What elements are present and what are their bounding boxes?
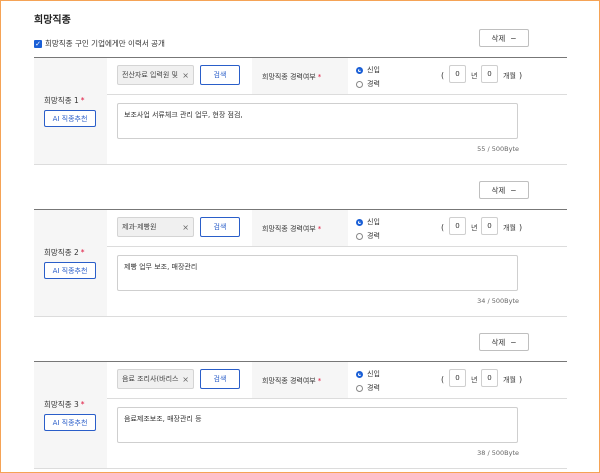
delete-button-2[interactable]: 삭제 − (479, 181, 529, 199)
radio-new-label: 신입 (367, 370, 380, 378)
months-unit: 개월 (503, 224, 516, 232)
radio-new[interactable]: 신입 (356, 369, 380, 379)
radio-experienced[interactable]: 경력 (356, 383, 380, 393)
label-column: 희망직종 1 * AI 직종추천 (34, 58, 107, 164)
paren-open: ( (441, 71, 445, 80)
delete-label: 삭제 (491, 337, 506, 347)
radio-experienced[interactable]: 경력 (356, 231, 380, 241)
required-mark: * (80, 400, 85, 409)
paren-open: ( (441, 375, 445, 384)
paren-close: ) (519, 375, 523, 384)
search-button[interactable]: 검색 (200, 217, 240, 237)
ai-recommend-button[interactable]: AI 직종추천 (44, 110, 96, 127)
byte-count: 38 / 500Byte (477, 449, 519, 457)
paren-close: ) (519, 223, 523, 232)
experience-label: 희망직종 경력여부 * (262, 377, 322, 385)
minus-icon: − (510, 337, 517, 347)
required-mark: * (80, 96, 85, 105)
radio-experienced-label: 경력 (367, 384, 380, 392)
label-column: 희망직종 3 * AI 직종추천 (34, 362, 107, 468)
public-checkbox-row[interactable]: ✓ 희망직종 구인 기업에게만 이력서 공개 (34, 38, 165, 49)
minus-icon: − (510, 33, 517, 43)
radio-new-label: 신입 (367, 66, 380, 74)
checkbox-checked-icon[interactable]: ✓ (34, 39, 42, 48)
radio-unselected-icon[interactable] (356, 384, 363, 392)
years-unit: 년 (471, 72, 478, 80)
years-input[interactable]: 0 (449, 217, 466, 235)
search-button[interactable]: 검색 (200, 65, 240, 85)
required-mark: * (317, 225, 322, 233)
experience-label-cell: 희망직종 경력여부 * (252, 362, 348, 398)
job-tag: 음료 조리사(바리스 × (117, 369, 194, 389)
job-label: 희망직종 2 * (44, 248, 85, 257)
required-mark: * (317, 73, 322, 81)
paren-close: ) (519, 71, 523, 80)
delete-label: 삭제 (491, 185, 506, 195)
ai-recommend-button[interactable]: AI 직종추천 (44, 414, 96, 431)
delete-button-3[interactable]: 삭제 − (479, 333, 529, 351)
job-tag-text: 음료 조리사(바리스 (122, 375, 179, 383)
job-tag: 제과·제빵원 × (117, 217, 194, 237)
radio-experienced-label: 경력 (367, 232, 380, 240)
years-input[interactable]: 0 (449, 65, 466, 83)
minus-icon: − (510, 185, 517, 195)
months-input[interactable]: 0 (481, 369, 498, 387)
radio-new[interactable]: 신입 (356, 217, 380, 227)
months-input[interactable]: 0 (481, 217, 498, 235)
job-label: 희망직종 3 * (44, 400, 85, 409)
job-label: 희망직종 1 * (44, 96, 85, 105)
radio-unselected-icon[interactable] (356, 80, 363, 88)
radio-new[interactable]: 신입 (356, 65, 380, 75)
required-mark: * (317, 377, 322, 385)
job-tag: 전산자료 입력원 및 × (117, 65, 194, 85)
months-unit: 개월 (503, 72, 516, 80)
years-unit: 년 (471, 376, 478, 384)
experience-label: 희망직종 경력여부 * (262, 225, 322, 233)
paren-open: ( (441, 223, 445, 232)
section-title: 희망직종 (34, 15, 71, 26)
public-checkbox-label: 희망직종 구인 기업에게만 이력서 공개 (45, 39, 165, 48)
experience-label-cell: 희망직종 경력여부 * (252, 210, 348, 246)
required-mark: * (80, 248, 85, 257)
radio-selected-icon[interactable] (356, 66, 363, 74)
radio-selected-icon[interactable] (356, 218, 363, 226)
description-textarea[interactable]: 제빵 업무 보조, 매장관리 (117, 255, 518, 291)
years-unit: 년 (471, 224, 478, 232)
ai-recommend-button[interactable]: AI 직종추천 (44, 262, 96, 279)
search-button[interactable]: 검색 (200, 369, 240, 389)
description-textarea[interactable]: 보조사업 서류체크 관리 업무, 현장 점검, (117, 103, 518, 139)
description-textarea[interactable]: 음료제조보조, 매장관리 등 (117, 407, 518, 443)
job-section-2: 희망직종 2 * AI 직종추천 제과·제빵원 × 검색 희망직종 경력여부 * 신입… (34, 209, 567, 317)
years-input[interactable]: 0 (449, 369, 466, 387)
job-top-row: 제과·제빵원 × 검색 희망직종 경력여부 * 신입 경력 ( 0 년 0 개월 ) (107, 210, 567, 247)
radio-selected-icon[interactable] (356, 370, 363, 378)
experience-label-cell: 희망직종 경력여부 * (252, 58, 348, 94)
job-section-3: 희망직종 3 * AI 직종추천 음료 조리사(바리스 × 검색 희망직종 경력여부… (34, 361, 567, 469)
delete-button-1[interactable]: 삭제 − (479, 29, 529, 47)
experience-label: 희망직종 경력여부 * (262, 73, 322, 81)
radio-unselected-icon[interactable] (356, 232, 363, 240)
radio-experienced[interactable]: 경력 (356, 79, 380, 89)
close-icon[interactable]: × (182, 375, 189, 384)
job-tag-text: 전산자료 입력원 및 (122, 71, 178, 79)
byte-count: 55 / 500Byte (477, 145, 519, 153)
close-icon[interactable]: × (182, 223, 189, 232)
delete-label: 삭제 (491, 33, 506, 43)
radio-new-label: 신입 (367, 218, 380, 226)
byte-count: 34 / 500Byte (477, 297, 519, 305)
close-icon[interactable]: × (182, 71, 189, 80)
job-section-1: 희망직종 1 * AI 직종추천 전산자료 입력원 및 × 검색 희망직종 경력여부… (34, 57, 567, 165)
radio-experienced-label: 경력 (367, 80, 380, 88)
job-tag-text: 제과·제빵원 (122, 223, 157, 231)
months-input[interactable]: 0 (481, 65, 498, 83)
job-top-row: 음료 조리사(바리스 × 검색 희망직종 경력여부 * 신입 경력 ( 0 년 0 … (107, 362, 567, 399)
job-top-row: 전산자료 입력원 및 × 검색 희망직종 경력여부 * 신입 경력 ( 0 년 0 … (107, 58, 567, 95)
months-unit: 개월 (503, 376, 516, 384)
label-column: 희망직종 2 * AI 직종추천 (34, 210, 107, 316)
